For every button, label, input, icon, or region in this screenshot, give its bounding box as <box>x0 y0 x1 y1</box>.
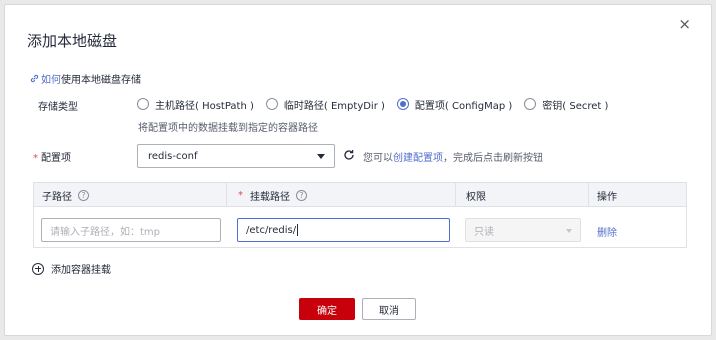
radio-circle <box>524 98 537 110</box>
mount-path-input[interactable]: /etc/redis/ <box>237 218 450 242</box>
header-mount-path: * 挂载路径 ? <box>238 183 307 207</box>
add-mount-label: 添加容器挂载 <box>51 265 111 276</box>
column-divider <box>588 183 589 207</box>
required-mark: * <box>33 153 38 164</box>
header-mount-path-label: 挂载路径 <box>250 191 290 203</box>
config-item-label: 配置项 <box>41 153 71 164</box>
link-icon <box>30 74 39 83</box>
add-local-disk-dialog: × 添加本地磁盘 如何使用本地磁盘存储 存储类型 主机路径( HostPath … <box>4 4 712 336</box>
radio-emptydir[interactable]: 临时路径( EmptyDir ) <box>265 97 385 112</box>
help-icon[interactable]: ? <box>78 189 89 201</box>
radio-circle <box>137 98 149 110</box>
radio-hostpath[interactable]: 主机路径( HostPath ) <box>137 97 254 112</box>
radio-circle <box>265 98 278 110</box>
config-item-tip: 您可以创建配置项，完成后点击刷新按钮 <box>363 149 543 164</box>
radio-configmap[interactable]: 配置项( ConfigMap ) <box>396 97 513 112</box>
help-line: 如何使用本地磁盘存储 <box>29 71 141 86</box>
mount-table: 子路径 ? * 挂载路径 ? 权限 操作 请输入子路径，如：tmp /etc/r… <box>33 182 687 248</box>
permission-value: 只读 <box>474 226 494 238</box>
delete-link[interactable]: 删除 <box>597 224 617 239</box>
radio-label: 密钥( Secret ) <box>542 100 609 112</box>
storage-type-hint: 将配置项中的数据挂载到指定的容器路径 <box>138 123 318 134</box>
help-text: 使用本地磁盘存储 <box>61 75 141 86</box>
storage-type-radio-group: 主机路径( HostPath ) 临时路径( EmptyDir ) 配置项( C… <box>137 97 620 112</box>
config-item-select[interactable]: redis-conf <box>137 144 335 168</box>
radio-label: 临时路径( EmptyDir ) <box>283 100 385 112</box>
add-container-mount-button[interactable]: 添加容器挂载 <box>32 261 111 276</box>
config-item-value: redis-conf <box>148 150 198 162</box>
close-icon[interactable]: × <box>678 17 691 32</box>
column-divider <box>226 183 227 207</box>
column-divider <box>455 183 456 207</box>
tip-suffix: ，完成后点击刷新按钮 <box>443 153 543 164</box>
chevron-down-icon <box>317 154 325 159</box>
tip-prefix: 您可以 <box>363 153 393 164</box>
help-icon[interactable]: ? <box>296 189 307 201</box>
chevron-down-icon <box>566 229 572 233</box>
required-mark: * <box>238 189 243 201</box>
confirm-button[interactable]: 确定 <box>299 298 355 320</box>
config-item-label-group: * 配置项 <box>33 149 71 164</box>
storage-type-label: 存储类型 <box>38 102 78 113</box>
subpath-input[interactable]: 请输入子路径，如：tmp <box>41 218 221 242</box>
create-config-link[interactable]: 创建配置项 <box>393 153 443 164</box>
subpath-placeholder: 请输入子路径，如：tmp <box>50 226 161 238</box>
header-permission: 权限 <box>466 191 486 203</box>
mount-path-value: /etc/redis/ <box>246 224 297 236</box>
plus-circle-icon <box>32 262 44 275</box>
header-subpath: 子路径 ? <box>42 183 89 207</box>
help-link[interactable]: 如何 <box>41 75 61 86</box>
dialog-title: 添加本地磁盘 <box>27 32 118 50</box>
header-action: 操作 <box>597 191 617 203</box>
radio-circle <box>396 98 409 110</box>
radio-label: 配置项( ConfigMap ) <box>414 100 513 112</box>
header-subpath-label: 子路径 <box>42 191 72 203</box>
text-cursor <box>297 224 299 236</box>
permission-select[interactable]: 只读 <box>465 218 581 242</box>
cancel-button[interactable]: 取消 <box>362 298 416 320</box>
refresh-icon[interactable] <box>343 149 355 161</box>
radio-secret[interactable]: 密钥( Secret ) <box>524 97 608 112</box>
table-header: 子路径 ? * 挂载路径 ? 权限 操作 <box>34 183 686 207</box>
radio-label: 主机路径( HostPath ) <box>155 100 254 112</box>
